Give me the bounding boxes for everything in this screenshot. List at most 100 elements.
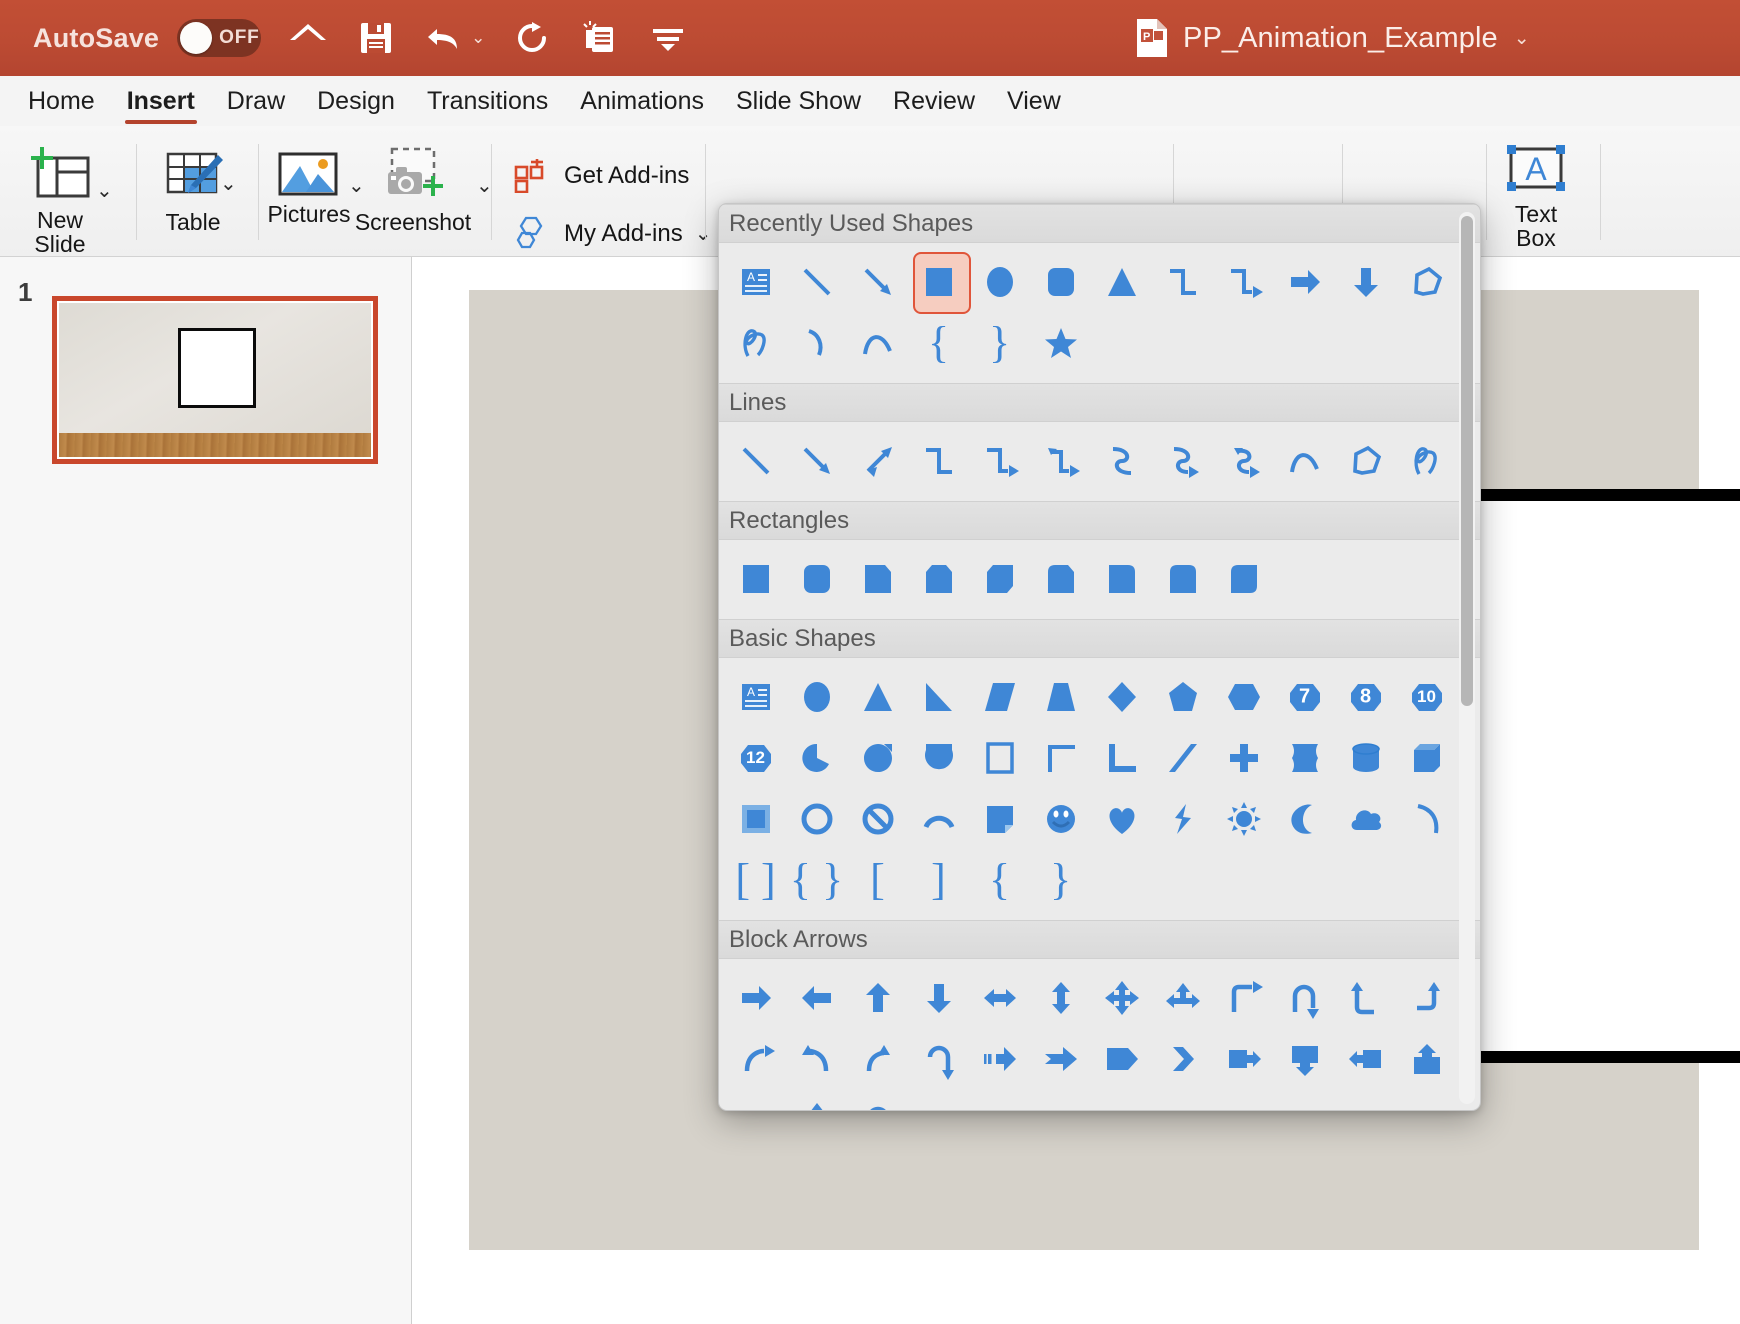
half-frame-shape[interactable] [1030,727,1091,788]
right-brace-shape[interactable]: } [969,312,1030,373]
up-arrow-shape[interactable] [847,967,908,1028]
pie-shape[interactable] [786,727,847,788]
tab-review[interactable]: Review [877,76,991,126]
teardrop-shape[interactable] [847,727,908,788]
autosave-toggle[interactable]: OFF [177,19,261,57]
down-arrow-shape[interactable] [908,967,969,1028]
left-bracket-shape[interactable]: [ [847,849,908,910]
shapes-dropdown-panel[interactable]: Recently Used Shapes A {} Lines Rectangl… [718,203,1481,1111]
right-triangle-shape[interactable] [908,666,969,727]
slide-shape-white-rect[interactable] [1473,501,1740,1051]
round-diagonal-corner-rectangle-shape[interactable] [1213,548,1274,609]
l-shape[interactable] [1091,727,1152,788]
left-right-arrow-callout-shape[interactable] [725,1089,786,1111]
diamond-shape[interactable] [1091,666,1152,727]
customize-toolbar-icon[interactable] [647,17,689,59]
hexagon-shape[interactable] [1213,666,1274,727]
down-arrow-shape[interactable] [1335,251,1396,312]
slide-shape-top-bar[interactable] [1473,489,1740,501]
heart-shape[interactable] [1091,788,1152,849]
freeform-shape[interactable] [1396,251,1457,312]
block-arc-shape[interactable] [908,788,969,849]
four-way-arrow-shape[interactable] [1091,967,1152,1028]
elbow-connector-shape[interactable] [1152,251,1213,312]
arc-shape[interactable] [1274,430,1335,491]
parallelogram-shape[interactable] [969,666,1030,727]
pictures-button[interactable]: Pictures [268,150,350,228]
freeform-shape[interactable] [1335,430,1396,491]
curved-right-arrow-shape[interactable] [725,1028,786,1089]
paste-icon[interactable] [579,17,621,59]
get-addins-button[interactable]: Get Add-ins [514,159,689,193]
curved-double-arrow-connector-shape[interactable] [1213,430,1274,491]
diagonal-stripe-shape[interactable] [1152,727,1213,788]
left-arrow-callout-shape[interactable] [1335,1028,1396,1089]
rounded-rectangle-shape[interactable] [786,548,847,609]
sun-shape[interactable] [1213,788,1274,849]
left-up-arrow-shape[interactable] [1335,967,1396,1028]
bent-up-arrow-shape[interactable] [1396,967,1457,1028]
three-way-arrow-shape[interactable] [1152,967,1213,1028]
isosceles-triangle-shape[interactable] [1091,251,1152,312]
right-bracket-shape[interactable]: ] [908,849,969,910]
line-arrow-shape[interactable] [847,251,908,312]
no-symbol-shape[interactable] [847,788,908,849]
curved-arrow-connector-shape[interactable] [1152,430,1213,491]
arc-shape[interactable] [1396,788,1457,849]
right-arrow-callout-shape[interactable] [1213,1028,1274,1089]
my-addins-button[interactable]: My Add-ins ⌄ [514,216,711,252]
curved-down-arrow-shape[interactable] [908,1028,969,1089]
elbow-connector-shape[interactable] [908,430,969,491]
document-title[interactable]: PP_Animation_Example [1183,22,1498,55]
new-slide-button[interactable]: New Slide [10,146,110,258]
quad-arrow-callout-shape[interactable] [786,1089,847,1111]
line-double-arrow-shape[interactable] [847,430,908,491]
undo-chevron-down-icon[interactable]: ⌄ [471,28,485,48]
decagon-shape[interactable]: 10 [1396,666,1457,727]
octagon-shape[interactable]: 8 [1335,666,1396,727]
slide-thumbnail-1[interactable] [52,296,378,464]
lightning-bolt-shape[interactable] [1152,788,1213,849]
circular-arrow-shape[interactable] [847,1089,908,1111]
rounded-rectangle-shape[interactable] [1030,251,1091,312]
tab-slide-show[interactable]: Slide Show [720,76,877,126]
star-5-point-shape[interactable] [1030,312,1091,373]
table-chevron-down-icon[interactable]: ⌄ [220,174,237,194]
left-arrow-shape[interactable] [786,967,847,1028]
elbow-arrow-connector-shape[interactable] [969,430,1030,491]
snip-diagonal-corner-rectangle-shape[interactable] [969,548,1030,609]
tab-home[interactable]: Home [12,76,111,126]
snip-same-side-corner-rectangle-shape[interactable] [908,548,969,609]
redo-icon[interactable] [511,17,553,59]
bent-arrow-shape[interactable] [1213,967,1274,1028]
tab-draw[interactable]: Draw [211,76,301,126]
line-shape[interactable] [786,251,847,312]
line-arrow-shape[interactable] [786,430,847,491]
cube-shape[interactable] [1396,727,1457,788]
pentagon-arrow-shape[interactable] [1091,1028,1152,1089]
left-right-arrow-shape[interactable] [969,967,1030,1028]
plaque-shape[interactable] [1274,727,1335,788]
round-same-side-corner-rectangle-shape[interactable] [1152,548,1213,609]
moon-shape[interactable] [1274,788,1335,849]
shapes-panel-scrollbar-thumb[interactable] [1461,216,1473,706]
screenshot-button[interactable]: Screenshot [358,146,468,236]
striped-right-arrow-shape[interactable] [969,1028,1030,1089]
donut-shape[interactable] [786,788,847,849]
tab-view[interactable]: View [991,76,1077,126]
curve-shape[interactable] [786,312,847,373]
oval-shape[interactable] [786,666,847,727]
curved-up-arrow-shape[interactable] [847,1028,908,1089]
folded-corner-shape[interactable] [969,788,1030,849]
smiley-face-shape[interactable] [1030,788,1091,849]
heptagon-shape[interactable]: 7 [1274,666,1335,727]
double-brace-shape[interactable]: { } [786,849,847,910]
new-slide-chevron-down-icon[interactable]: ⌄ [96,181,113,201]
text-box-button[interactable]: A Text Box [1494,142,1578,252]
left-brace-shape[interactable]: { [908,312,969,373]
save-icon[interactable] [355,17,397,59]
down-arrow-callout-shape[interactable] [1274,1028,1335,1089]
rectangle-shape[interactable] [908,251,969,312]
tab-insert[interactable]: Insert [111,76,211,126]
scribble-shape[interactable] [725,312,786,373]
